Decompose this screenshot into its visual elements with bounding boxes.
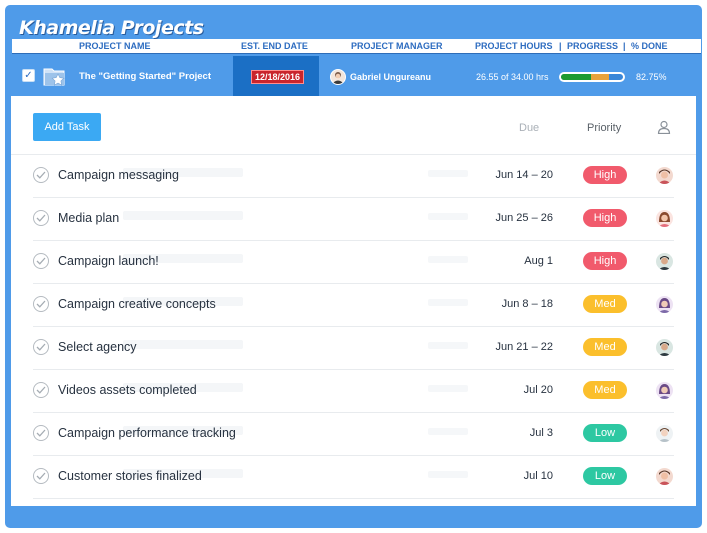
task-due-date[interactable]: Jul 3 (530, 427, 553, 439)
assignee-avatar[interactable] (656, 339, 673, 356)
col-sep-1: | (559, 41, 562, 51)
task-due-date[interactable]: Jun 21 – 22 (496, 341, 554, 353)
task-name[interactable]: Select agency (58, 340, 137, 354)
ghost-row-shadow (428, 428, 468, 435)
task-complete-checkbox[interactable] (33, 167, 49, 183)
task-panel: Add Task Due Priority Campaign messaging… (11, 96, 696, 506)
check-icon (36, 300, 46, 308)
task-complete-checkbox[interactable] (33, 382, 49, 398)
progress-bar (559, 72, 625, 82)
due-column-header[interactable]: Due (519, 122, 539, 134)
ghost-row-shadow (123, 340, 243, 349)
ghost-row-shadow (428, 256, 468, 263)
col-sep-2: | (623, 41, 626, 51)
task-due-date[interactable]: Jun 25 – 26 (496, 212, 554, 224)
task-name[interactable]: Campaign messaging (58, 168, 179, 182)
priority-badge[interactable]: Med (583, 295, 627, 313)
task-row[interactable]: Select agency Jun 21 – 22 Med (33, 327, 674, 370)
task-due-date[interactable]: Jun 14 – 20 (496, 169, 554, 181)
check-icon (36, 429, 46, 437)
task-complete-checkbox[interactable] (33, 339, 49, 355)
person-icon[interactable] (657, 120, 671, 134)
col-hours[interactable]: PROJECT HOURS (475, 41, 553, 51)
col-done[interactable]: % DONE (631, 41, 668, 51)
folder-icon (43, 68, 65, 86)
task-due-date[interactable]: Aug 1 (524, 255, 553, 267)
app-title: Khamelia Projects (19, 17, 204, 39)
task-list: Campaign messaging Jun 14 – 20 High Media p… (11, 155, 696, 499)
percent-done: 82.75% (636, 72, 667, 82)
task-name[interactable]: Campaign creative concepts (58, 297, 216, 311)
task-row[interactable]: Campaign creative concepts Jun 8 – 18 Med (33, 284, 674, 327)
priority-column-header[interactable]: Priority (587, 122, 621, 134)
check-icon (36, 343, 46, 351)
check-icon (36, 214, 46, 222)
assignee-avatar[interactable] (656, 253, 673, 270)
task-row[interactable]: Campaign launch! Aug 1 High (33, 241, 674, 284)
priority-badge[interactable]: Low (583, 424, 627, 442)
check-icon (36, 386, 46, 394)
ghost-row-shadow (428, 299, 468, 306)
progress-fill (561, 74, 610, 80)
col-progress[interactable]: PROGRESS (567, 41, 618, 51)
assignee-avatar[interactable] (656, 167, 673, 184)
assignee-avatar[interactable] (656, 468, 673, 485)
task-row[interactable]: Customer stories finalized Jul 10 Low (33, 456, 674, 499)
task-name[interactable]: Customer stories finalized (58, 469, 202, 483)
ghost-row-shadow (428, 342, 468, 349)
ghost-row-shadow (428, 385, 468, 392)
task-name[interactable]: Videos assets completed (58, 383, 197, 397)
priority-badge[interactable]: Low (583, 467, 627, 485)
task-complete-checkbox[interactable] (33, 296, 49, 312)
task-due-date[interactable]: Jul 10 (524, 470, 553, 482)
task-complete-checkbox[interactable] (33, 253, 49, 269)
assignee-avatar[interactable] (656, 296, 673, 313)
priority-badge[interactable]: High (583, 209, 627, 227)
priority-badge[interactable]: High (583, 166, 627, 184)
col-end-date[interactable]: EST. END DATE (241, 41, 308, 51)
task-name[interactable]: Media plan (58, 211, 119, 225)
task-row[interactable]: Campaign performance tracking Jul 3 Low (33, 413, 674, 456)
assignee-avatar[interactable] (656, 210, 673, 227)
ghost-row-shadow (123, 211, 243, 220)
assignee-avatar[interactable] (656, 425, 673, 442)
end-date-cell: 12/18/2016 (233, 56, 319, 96)
project-hours: 26.55 of 34.00 hrs (476, 72, 549, 82)
manager-avatar (330, 69, 346, 85)
col-manager[interactable]: PROJECT MANAGER (351, 41, 443, 51)
task-row[interactable]: Videos assets completed Jul 20 Med (33, 370, 674, 413)
project-name[interactable]: The "Getting Started" Project (79, 71, 211, 82)
priority-badge[interactable]: Med (583, 338, 627, 356)
task-row[interactable]: Media plan Jun 25 – 26 High (33, 198, 674, 241)
task-row[interactable]: Campaign messaging Jun 14 – 20 High (33, 155, 674, 198)
project-column-header: PROJECT NAME EST. END DATE PROJECT MANAG… (12, 39, 701, 54)
task-name[interactable]: Campaign launch! (58, 254, 159, 268)
add-task-button[interactable]: Add Task (33, 113, 101, 141)
col-project-name[interactable]: PROJECT NAME (79, 41, 151, 51)
project-checkbox[interactable]: ✓ (22, 69, 35, 82)
check-icon (36, 171, 46, 179)
ghost-row-shadow (428, 213, 468, 220)
priority-badge[interactable]: High (583, 252, 627, 270)
assignee-avatar[interactable] (656, 382, 673, 399)
check-icon (36, 257, 46, 265)
manager-name[interactable]: Gabriel Ungureanu (350, 72, 431, 82)
task-due-date[interactable]: Jun 8 – 18 (502, 298, 553, 310)
task-name[interactable]: Campaign performance tracking (58, 426, 236, 440)
task-complete-checkbox[interactable] (33, 425, 49, 441)
priority-badge[interactable]: Med (583, 381, 627, 399)
project-row[interactable]: ✓ The "Getting Started" Project 12/18/20… (12, 56, 701, 96)
task-complete-checkbox[interactable] (33, 468, 49, 484)
end-date-badge: 12/18/2016 (251, 70, 305, 84)
task-due-date[interactable]: Jul 20 (524, 384, 553, 396)
ghost-row-shadow (428, 170, 468, 177)
ghost-row-shadow (428, 471, 468, 478)
check-icon (36, 472, 46, 480)
task-complete-checkbox[interactable] (33, 210, 49, 226)
